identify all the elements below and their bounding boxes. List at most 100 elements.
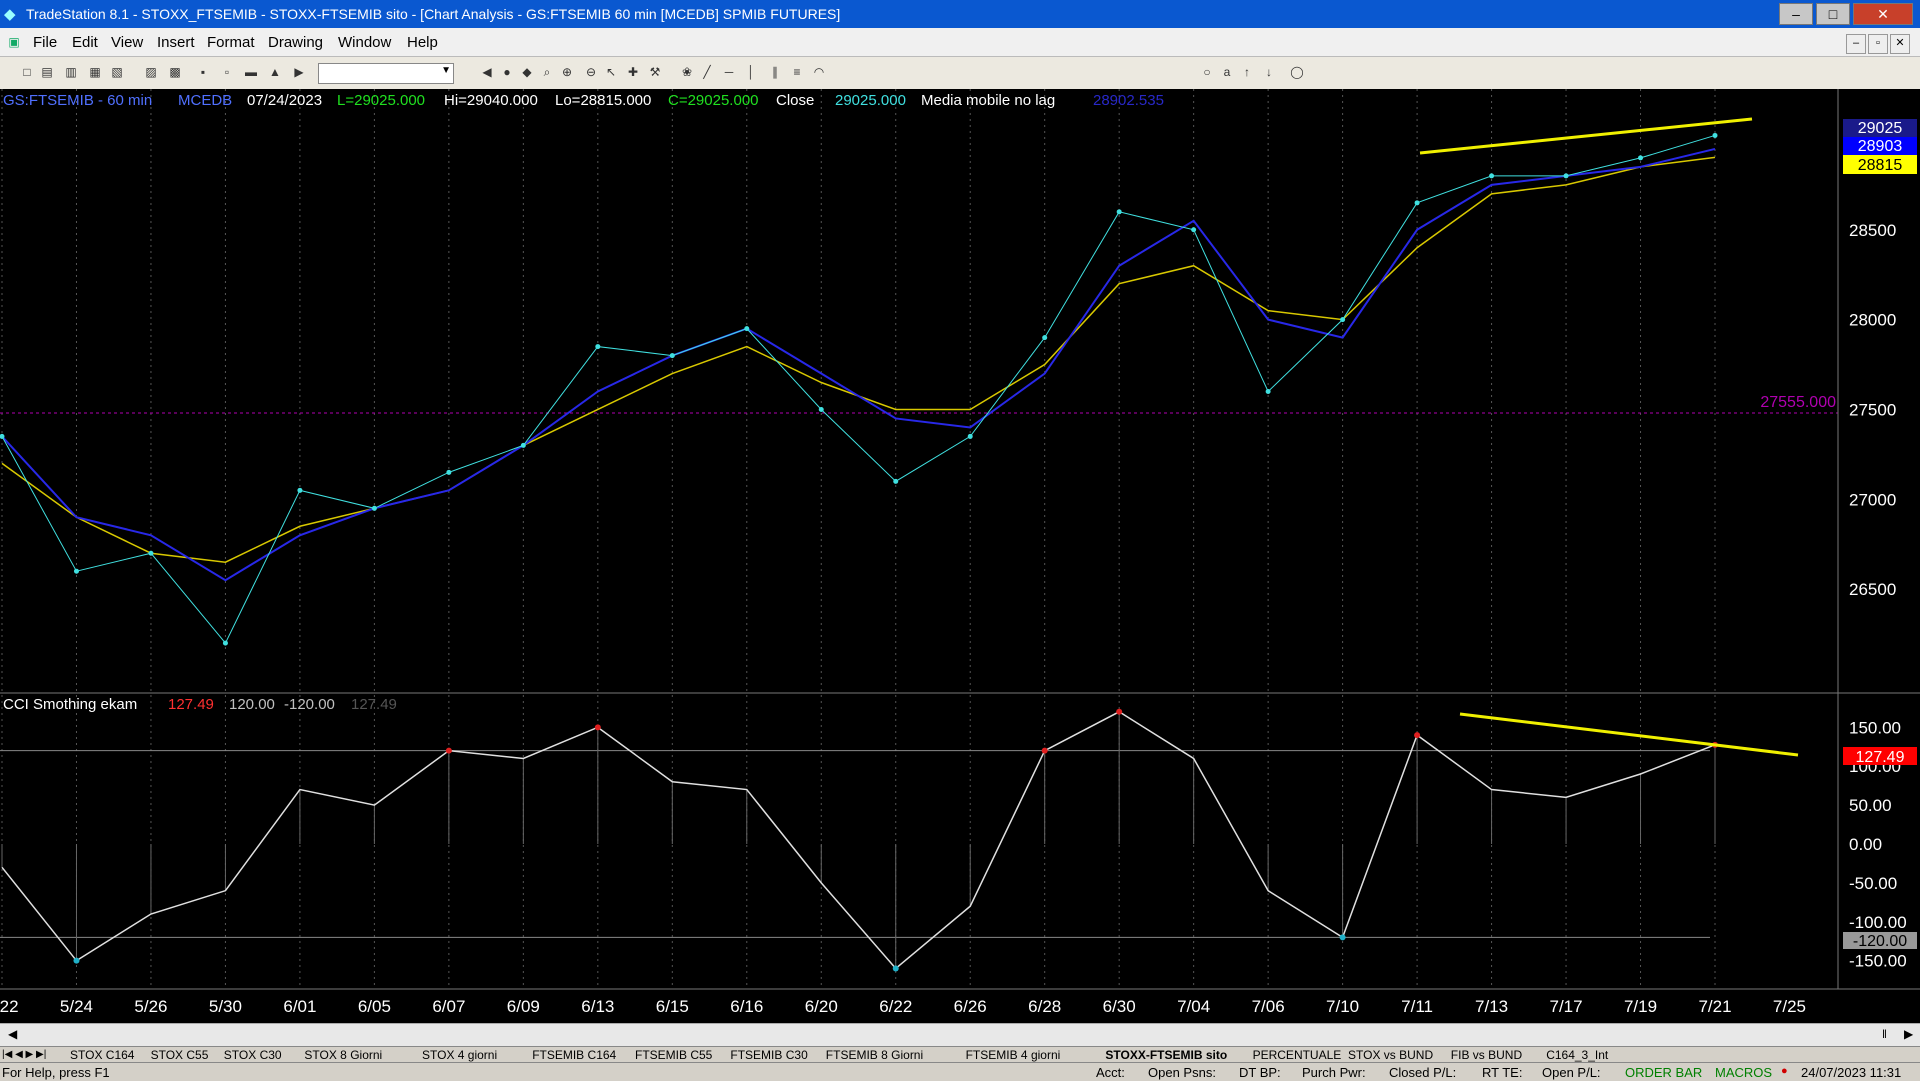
- new-doc-icon[interactable]: □: [20, 64, 34, 80]
- tab-stox-c164[interactable]: STOX C164: [70, 1048, 134, 1062]
- date-axis-label: 6/07: [432, 997, 465, 1016]
- menu-edit[interactable]: Edit: [72, 34, 98, 51]
- fib-icon[interactable]: │: [744, 64, 758, 80]
- ellipse-icon[interactable]: ↑: [1240, 64, 1254, 80]
- tab-ftsemib-c164[interactable]: FTSEMIB C164: [532, 1048, 616, 1062]
- fast-ma-line[interactable]: [1, 147, 1716, 582]
- date-axis-label: 6/22: [879, 997, 912, 1016]
- menu-window[interactable]: Window: [338, 34, 391, 51]
- status-bar: For Help, press F1 Acct: Open Psns: DT B…: [0, 1062, 1920, 1081]
- cursor-icon[interactable]: ⌕: [540, 64, 554, 80]
- tab-ftsemib-4-giorni[interactable]: FTSEMIB 4 giorni: [966, 1048, 1061, 1062]
- status-order-bar[interactable]: ORDER BAR: [1625, 1065, 1702, 1080]
- open-icon[interactable]: ▤: [40, 64, 54, 80]
- price-point: [669, 353, 675, 359]
- slow-ma-line[interactable]: [1, 156, 1716, 563]
- chart-window-icon: ▣: [8, 35, 20, 49]
- price-point: [967, 433, 973, 439]
- date-axis-label: 7/06: [1252, 997, 1285, 1016]
- date-axis-label: 7/17: [1549, 997, 1582, 1016]
- date-axis-label: 5/26: [134, 997, 167, 1016]
- scroll-left-icon[interactable]: ◀: [8, 1027, 17, 1041]
- print-preview-icon[interactable]: ▩: [168, 64, 182, 80]
- chart2-icon[interactable]: ▫: [220, 64, 234, 80]
- minimize-button[interactable]: –: [1779, 3, 1813, 25]
- menu-file[interactable]: File: [33, 34, 57, 51]
- tab-ftsemib-8-giorni[interactable]: FTSEMIB 8 Giorni: [826, 1048, 923, 1062]
- status-macros[interactable]: MACROS: [1715, 1065, 1772, 1080]
- horizontal-scrollbar[interactable]: ◀ ‖ ▶: [0, 1023, 1920, 1047]
- pencil-icon[interactable]: ▲: [268, 64, 282, 80]
- price-point: [148, 550, 154, 556]
- chart-icon[interactable]: ▪: [196, 64, 210, 80]
- zoom-in-icon[interactable]: ●: [500, 64, 514, 80]
- tab-stox-c30[interactable]: STOX C30: [224, 1048, 282, 1062]
- tab-nav-icon[interactable]: |◀ ◀ ▶ ▶|: [2, 1048, 46, 1062]
- mdi-minimize-button[interactable]: –: [1846, 34, 1866, 54]
- chart-area[interactable]: GS:FTSEMIB - 60 min MCEDB 07/24/2023 L=2…: [0, 89, 1920, 1023]
- cci-series[interactable]: [0, 708, 1718, 972]
- print-icon[interactable]: ▨: [144, 64, 158, 80]
- tab-ftsemib-c30[interactable]: FTSEMIB C30: [730, 1048, 807, 1062]
- tab-stox-c55[interactable]: STOX C55: [151, 1048, 209, 1062]
- symbol-combo[interactable]: ▼: [318, 63, 454, 84]
- price-point: [1489, 173, 1495, 179]
- tab-percentuale[interactable]: PERCENTUALE: [1253, 1048, 1342, 1062]
- tools-icon[interactable]: ⊖: [584, 64, 598, 80]
- menu-view[interactable]: View: [111, 34, 143, 51]
- scroll-bars-icon[interactable]: ‖: [1882, 1027, 1887, 1041]
- down-arrow-icon[interactable]: a: [1220, 64, 1234, 80]
- square-icon[interactable]: ↓: [1262, 64, 1276, 80]
- save-icon[interactable]: ▥: [64, 64, 78, 80]
- price-axis: 2850028000275002700026500150.00100.0050.…: [1849, 221, 1907, 971]
- price-line[interactable]: [1, 134, 1716, 644]
- maximize-button[interactable]: □: [1816, 3, 1850, 25]
- price-point: [73, 568, 79, 574]
- mdi-close-button[interactable]: ✕: [1890, 34, 1910, 54]
- zoom-a-icon[interactable]: ◀: [480, 64, 494, 80]
- palette-icon[interactable]: ▶: [292, 64, 306, 80]
- abc-icon[interactable]: ◯: [1290, 64, 1304, 80]
- mdi-restore-button[interactable]: ▫: [1868, 34, 1888, 54]
- price-trendline[interactable]: [1419, 117, 1753, 155]
- drag-icon[interactable]: ↖: [604, 64, 618, 80]
- price-axis-label: 26500: [1849, 580, 1896, 599]
- vline-icon[interactable]: ╱: [700, 64, 714, 80]
- tab-c164-3-int[interactable]: C164_3_Int: [1546, 1048, 1608, 1062]
- circle-icon[interactable]: ≡: [790, 64, 804, 80]
- up-arrow-icon[interactable]: ○: [1200, 64, 1214, 80]
- tab-fib-vs-bund[interactable]: FIB vs BUND: [1451, 1048, 1522, 1062]
- hline-icon[interactable]: ❀: [680, 64, 694, 80]
- open-ws-icon[interactable]: ▧: [110, 64, 124, 80]
- tab-stox-vs-bund[interactable]: STOX vs BUND: [1348, 1048, 1433, 1062]
- crosshair-icon[interactable]: ⊕: [560, 64, 574, 80]
- cci-axis-label: 0.00: [1849, 835, 1882, 854]
- tab-stox-8-giorni[interactable]: STOX 8 Giorni: [304, 1048, 382, 1062]
- last-price-tag: 29025: [1858, 120, 1903, 137]
- close-button[interactable]: ✕: [1853, 3, 1913, 25]
- hline-label: 27555.000: [1760, 394, 1836, 411]
- save-all-icon[interactable]: ▦: [88, 64, 102, 80]
- zoom-out-icon[interactable]: ◆: [520, 64, 534, 80]
- cci-extreme-point: [73, 957, 80, 964]
- date-axis-label: 5/30: [209, 997, 242, 1016]
- chevron-down-icon[interactable]: ▼: [441, 65, 451, 76]
- price-series[interactable]: [0, 132, 1718, 646]
- tab-stoxx-ftsemib-sito[interactable]: STOXX-FTSEMIB sito: [1105, 1048, 1227, 1062]
- menu-help[interactable]: Help: [407, 34, 438, 51]
- menu-insert[interactable]: Insert: [157, 34, 195, 51]
- menu-format[interactable]: Format: [207, 34, 255, 51]
- eraser-icon[interactable]: ✚: [626, 64, 640, 80]
- text-icon[interactable]: ◠: [812, 64, 826, 80]
- chart-svg[interactable]: GS:FTSEMIB - 60 min MCEDB 07/24/2023 L=2…: [0, 89, 1920, 1023]
- tab-stox-4-giorni[interactable]: STOX 4 giorni: [422, 1048, 497, 1062]
- scroll-right-icon[interactable]: ▶: [1904, 1027, 1913, 1041]
- date-axis-label: 7/04: [1177, 997, 1210, 1016]
- channel-icon[interactable]: ─: [722, 64, 736, 80]
- tab-ftsemib-c55[interactable]: FTSEMIB C55: [635, 1048, 712, 1062]
- menu-drawing[interactable]: Drawing: [268, 34, 323, 51]
- cci-trendline[interactable]: [1459, 712, 1799, 757]
- trendline-icon[interactable]: ⚒: [648, 64, 662, 80]
- arc-icon[interactable]: ∥: [768, 64, 782, 80]
- lock-icon[interactable]: ▬: [244, 64, 258, 80]
